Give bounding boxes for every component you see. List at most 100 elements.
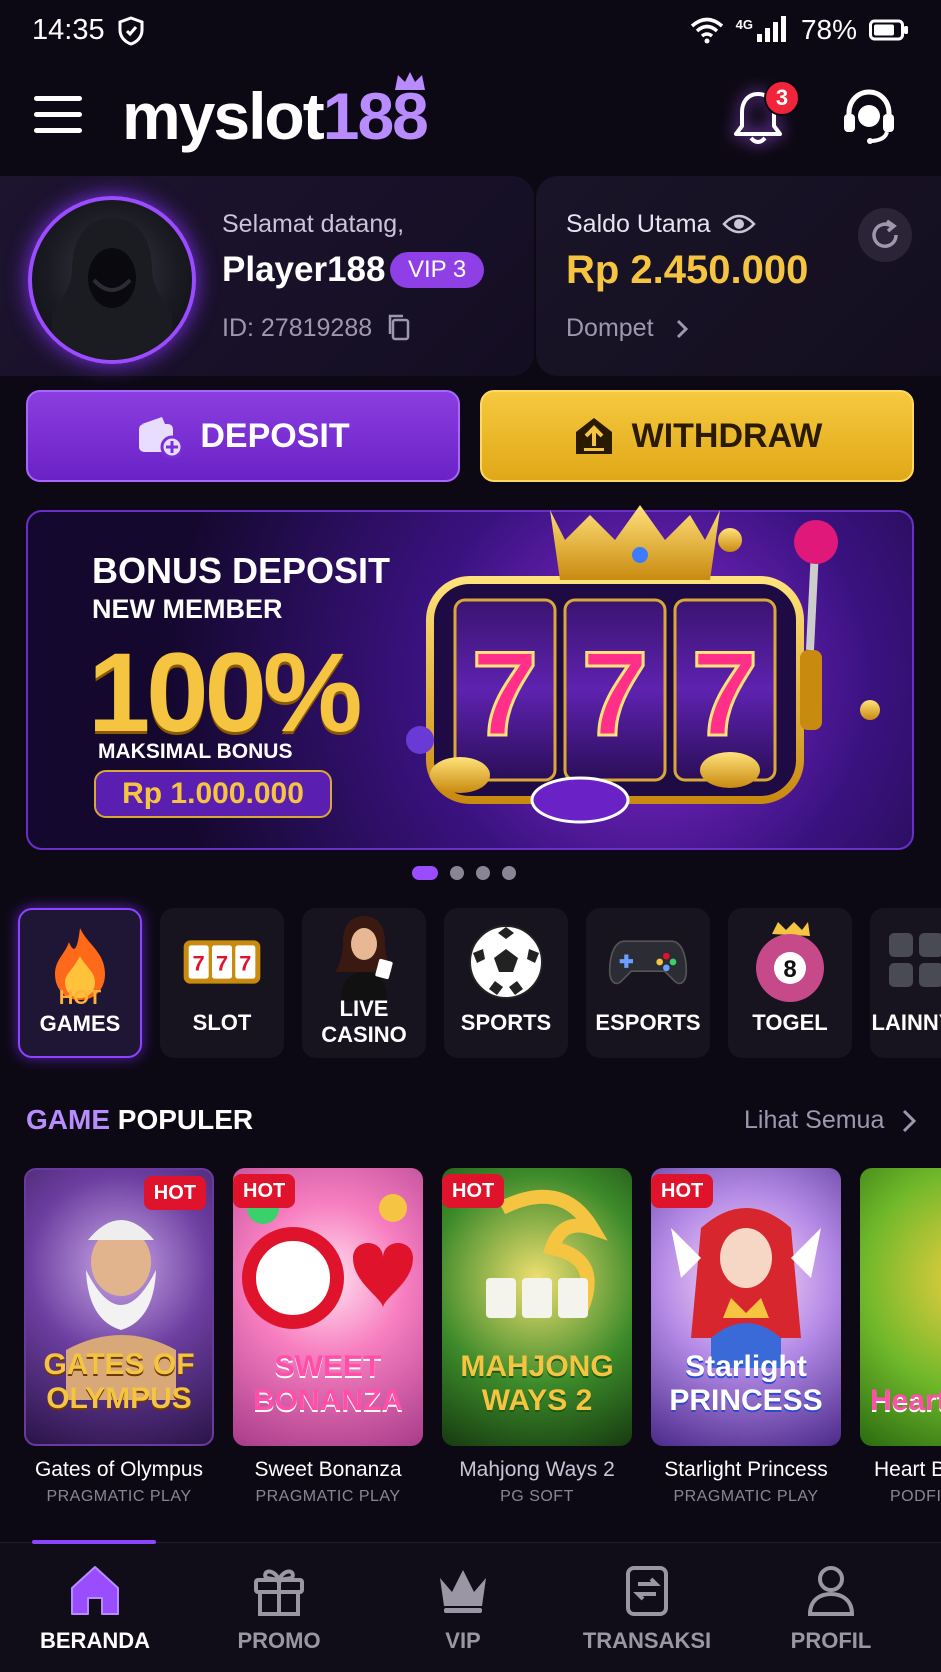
category-label: LAINNYA [871,1010,941,1035]
vip-level-badge[interactable]: VIP 3 [390,252,485,288]
crown-icon [440,1570,486,1613]
game-card[interactable]: HOT Starlight PRINCESS Starlight Princes… [651,1168,841,1506]
wallet-link[interactable]: Dompet [566,314,691,343]
customer-support-icon[interactable] [840,86,898,148]
chevron-right-icon [676,320,688,339]
game-card[interactable]: HOT SWEET BONANZA Sweet Bonanza PRAGMATI… [233,1168,423,1506]
svg-text:7: 7 [216,950,228,975]
hot-badge: HOT [651,1174,714,1208]
deposit-label: DEPOSIT [200,416,350,455]
battery-icon [869,19,908,41]
game-name: Mahjong Ways 2 [459,1458,615,1481]
battery-percent: 78% [800,14,857,45]
carousel-dots[interactable] [412,866,516,880]
nav-label: BERANDA [40,1628,150,1653]
withdraw-button[interactable]: WITHDRAW [480,390,914,482]
nav-profil[interactable]: PROFIL [751,1562,911,1654]
game-name: Gates of Olympus [34,1458,204,1481]
withdraw-label: WITHDRAW [631,416,823,455]
menu-line [34,96,82,101]
nav-vip[interactable]: VIP [383,1562,543,1654]
carousel-dot[interactable] [476,866,490,880]
wallet-link-label: Dompet [566,314,654,342]
reel-digit: 7 [692,627,759,761]
nav-active-indicator [32,1540,156,1544]
carousel-dot[interactable] [412,866,438,880]
game-provider: PODFI [890,1488,941,1505]
category-sports[interactable]: SPORTS [444,908,568,1058]
category-togel[interactable]: 8 TOGEL [728,908,852,1058]
refresh-balance-button[interactable] [858,208,912,262]
notification-badge: 3 [764,80,800,116]
game-card[interactable]: HOT MAHJONG WAYS 2 Mahjong Ways 2 PG SOF… [442,1168,632,1506]
game-card[interactable]: Heart Bon Heart Bonanza PODFI [860,1168,941,1506]
game-name: Sweet Bonanza [254,1458,402,1481]
nav-label: PROMO [237,1628,321,1653]
category-label: TOGEL [752,1010,828,1035]
refresh-icon [872,219,898,248]
category-esports[interactable]: ESPORTS [586,908,710,1058]
reel-digit: 7 [582,627,649,761]
slot-machine-illustration: 777 [406,505,880,824]
banner-max-amount: Rp 1.000.000 [94,770,332,818]
welcome-text: Selamat datang, [222,210,405,238]
gift-icon [254,1569,304,1616]
menu-line [34,128,82,133]
eye-icon[interactable] [722,210,756,238]
slot-reels-icon: 7 77 [182,922,262,1002]
game-name: Heart Bonanza [874,1458,941,1481]
balance-value: Rp 2.450.000 [566,248,809,292]
nav-beranda[interactable]: BERANDA [15,1562,175,1654]
chevron-right-icon [903,1109,917,1132]
game-provider: PRAGMATIC PLAY [255,1488,401,1505]
game-thumbnail[interactable]: HOT Starlight PRINCESS [651,1168,841,1446]
section-title-part-b: POPULER [117,1104,254,1135]
banner-max-label: MAKSIMAL BONUS [98,740,293,763]
wallet-plus-icon [139,417,184,458]
user-icon [807,1566,855,1616]
category-live-casino[interactable]: LIVE CASINO [302,908,426,1058]
copy-icon[interactable] [386,312,412,342]
nav-label: PROFIL [790,1628,872,1653]
hamburger-menu-button[interactable] [34,96,82,140]
grid-icon [870,922,941,1002]
banner-subtitle: NEW MEMBER [92,594,283,624]
game-thumbnail[interactable]: HOT SWEET BONANZA [233,1168,423,1446]
soccer-ball-icon [466,922,546,1002]
game-card[interactable]: HOT GATES OF OLYMPUS Gates of Olympus PR… [24,1168,214,1506]
carousel-dot[interactable] [450,866,464,880]
section-title-part-a: GAME [26,1104,110,1135]
hot-badge: HOT [442,1174,505,1208]
banner-percent: 100% [88,630,362,755]
eight-ball-icon: 8 [750,922,830,1002]
see-all-link[interactable]: Lihat Semua [744,1106,918,1135]
transaction-icon [626,1566,668,1616]
category-hot-games[interactable]: HOT GAMES [18,908,142,1058]
nav-promo[interactable]: PROMO [199,1562,359,1654]
app-logo[interactable]: myslot188 [122,78,429,154]
category-label: HOT GAMES [40,984,121,1037]
home-icon [71,1566,119,1615]
deposit-button[interactable]: DEPOSIT [26,390,460,482]
menu-line [34,112,82,117]
game-art-title: Heart Bon [870,1384,941,1417]
game-thumbnail[interactable]: HOT MAHJONG WAYS 2 [442,1168,632,1446]
logo-crown-icon [395,72,425,90]
game-art-title: GATES OF OLYMPUS [43,1348,195,1415]
category-lainnya[interactable]: LAINNYA [870,908,941,1058]
avatar[interactable] [28,196,196,364]
svg-text:7: 7 [193,950,205,975]
hooded-figure-icon [52,218,172,360]
game-thumbnail[interactable]: Heart Bon [860,1168,941,1446]
svg-text:7: 7 [239,950,251,975]
category-slot[interactable]: 7 77 SLOT [160,908,284,1058]
carousel-dot[interactable] [502,866,516,880]
hot-badge: HOT [143,1176,206,1210]
game-thumbnail[interactable]: HOT GATES OF OLYMPUS [24,1168,214,1446]
category-label-text: GAMES [39,1011,121,1036]
nav-transaksi[interactable]: TRANSAKSI [567,1562,727,1654]
hot-badge: HOT [233,1174,296,1208]
category-label: ESPORTS [595,1010,701,1035]
category-label: SPORTS [460,1010,552,1035]
network-type: 4G [735,16,753,32]
